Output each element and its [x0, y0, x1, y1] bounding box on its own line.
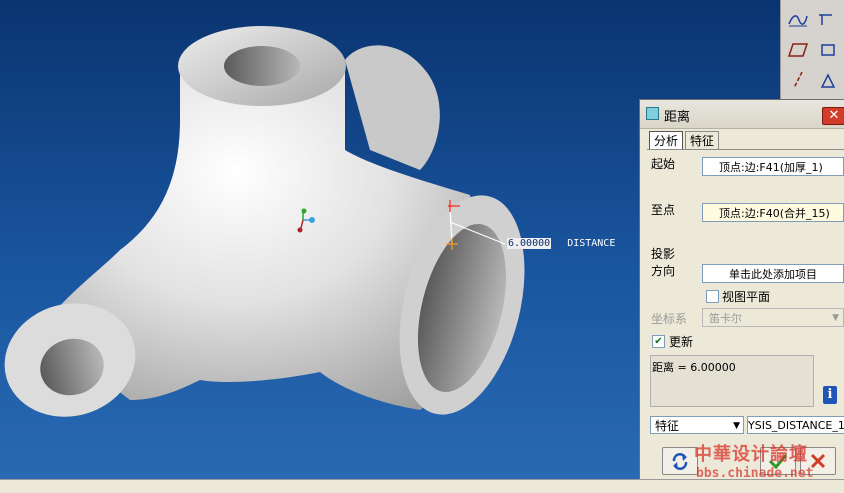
close-icon: [810, 453, 826, 469]
repeat-button[interactable]: [662, 447, 698, 475]
chevron-down-icon: ▼: [733, 421, 740, 431]
view-plane-label: 视图平面: [722, 290, 771, 304]
result-output: 距离 = 6.00000: [650, 355, 814, 407]
rear-boss: [345, 45, 440, 170]
top-hole: [224, 46, 300, 86]
status-strip: [0, 479, 844, 493]
tab-analysis[interactable]: 分析: [649, 131, 684, 150]
analysis-icon[interactable]: [815, 68, 841, 92]
projection-label-line1: 投影: [651, 247, 676, 261]
from-field[interactable]: 顶点:边:F41(加厚_1): [702, 157, 844, 176]
distance-dimension-text: DISTANCE: [567, 238, 616, 249]
distance-dimension-value: 6.00000: [507, 238, 552, 249]
update-label: 更新: [669, 335, 694, 349]
tab-feature[interactable]: 特征: [685, 131, 720, 150]
feature-name-input[interactable]: YSIS_DISTANCE_1: [747, 416, 844, 434]
update-checkbox[interactable]: ✔: [652, 335, 665, 348]
curve-tool-icon[interactable]: [785, 8, 811, 32]
feature-type-select[interactable]: 特征 ▼: [650, 416, 744, 434]
info-icon[interactable]: i: [823, 386, 837, 404]
csys-value: 笛卡尔: [709, 312, 742, 325]
to-label: 至点: [651, 203, 676, 217]
datum-plane-icon[interactable]: [785, 38, 811, 62]
checkmark-icon: [768, 454, 788, 470]
cancel-button[interactable]: [800, 447, 836, 475]
dialog-titlebar[interactable]: 距离 ✕: [640, 100, 844, 129]
datum-axis-icon[interactable]: [785, 68, 811, 92]
csys-label: 坐标系: [651, 312, 688, 326]
ok-button[interactable]: [760, 447, 796, 475]
projection-direction-field[interactable]: 单击此处添加项目: [702, 264, 844, 283]
distance-dimension-label[interactable]: 6.00000 DISTANCE: [507, 238, 615, 249]
tab-divider: [647, 149, 844, 150]
right-toolbar: [780, 0, 844, 100]
view-plane-checkbox[interactable]: [706, 290, 719, 303]
dialog-title: 距离: [664, 110, 691, 125]
feature-type-value: 特征: [655, 419, 680, 433]
close-button[interactable]: ✕: [822, 107, 844, 125]
coordinate-icon[interactable]: [815, 38, 841, 62]
sketch-icon[interactable]: [815, 8, 841, 32]
to-field[interactable]: 顶点:边:F40(合并_15): [702, 203, 844, 222]
projection-label-line2: 方向: [651, 264, 676, 278]
chevron-down-icon: ▼: [832, 313, 839, 323]
repeat-icon: [672, 453, 688, 470]
dialog-window-icon: [646, 107, 659, 120]
distance-dialog: 距离 ✕ 分析 特征 起始 顶点:边:F41(加厚_1) 至点 顶点:边:F40…: [639, 99, 844, 481]
csys-select: 笛卡尔 ▼: [702, 308, 844, 327]
from-label: 起始: [651, 157, 676, 171]
